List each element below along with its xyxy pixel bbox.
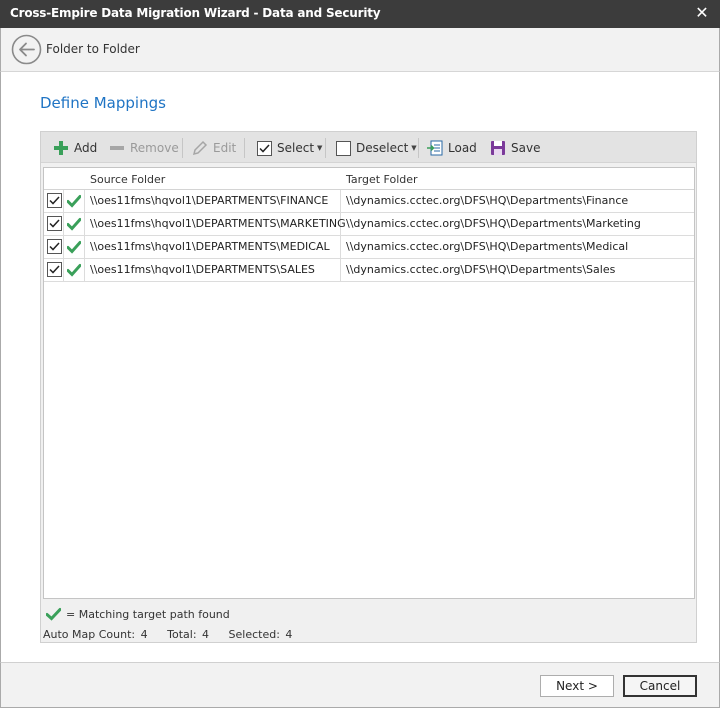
table-row[interactable]: \\oes11fms\hqvol1\DEPARTMENTS\FINANCE \\… <box>44 190 694 213</box>
load-label: Load <box>448 141 477 155</box>
deselect-dropdown-button[interactable]: Deselect ▼ <box>335 136 417 160</box>
select-label: Select <box>277 141 315 155</box>
row-checkbox[interactable] <box>47 216 62 231</box>
mappings-toolbar: Add Remove Edit Select ▼ Deselect ▼ Load… <box>41 132 696 163</box>
table-row[interactable]: \\oes11fms\hqvol1\DEPARTMENTS\MEDICAL \\… <box>44 236 694 259</box>
column-header-source[interactable]: Source Folder <box>90 173 165 186</box>
target-folder-cell: \\dynamics.cctec.org\DFS\HQ\Departments\… <box>346 194 629 207</box>
page-title: Define Mappings <box>40 94 166 112</box>
checkmark-icon <box>49 265 60 274</box>
match-status-icon <box>66 217 82 231</box>
remove-label: Remove <box>130 141 179 155</box>
breadcrumb: Folder to Folder <box>46 42 140 56</box>
checkmark-icon <box>49 242 60 251</box>
checkbox-checked-icon <box>256 140 272 156</box>
table-row[interactable]: \\oes11fms\hqvol1\DEPARTMENTS\MARKETING … <box>44 213 694 236</box>
save-label: Save <box>511 141 541 155</box>
total-label: Total: <box>167 628 197 641</box>
arrow-left-icon <box>11 34 42 65</box>
floppy-disk-icon <box>490 140 506 156</box>
deselect-label: Deselect <box>356 141 409 155</box>
toolbar-divider <box>325 138 326 158</box>
load-button[interactable]: Load <box>427 136 477 160</box>
row-checkbox[interactable] <box>47 262 62 277</box>
checkmark-icon <box>45 607 62 621</box>
mappings-panel: Add Remove Edit Select ▼ Deselect ▼ Load… <box>40 131 697 643</box>
table-header: Source Folder Target Folder <box>44 168 694 190</box>
back-button[interactable] <box>11 34 42 65</box>
selected-value: 4 <box>285 628 293 641</box>
checkmark-icon <box>49 219 60 228</box>
window-title: Cross-Empire Data Migration Wizard - Dat… <box>10 6 381 20</box>
auto-map-count-value: 4 <box>140 628 148 641</box>
selected-label: Selected: <box>228 628 280 641</box>
source-folder-cell: \\oes11fms\hqvol1\DEPARTMENTS\FINANCE <box>90 194 329 207</box>
source-folder-cell: \\oes11fms\hqvol1\DEPARTMENTS\MEDICAL <box>90 240 330 253</box>
pencil-icon <box>192 140 208 156</box>
source-folder-cell: \\oes11fms\hqvol1\DEPARTMENTS\MARKETING <box>90 217 346 230</box>
match-status-icon <box>66 194 82 208</box>
target-folder-cell: \\dynamics.cctec.org\DFS\HQ\Departments\… <box>346 217 641 230</box>
checkmark-icon <box>49 196 60 205</box>
minus-icon <box>109 140 125 156</box>
total-value: 4 <box>202 628 210 641</box>
load-icon <box>427 140 443 156</box>
column-header-target[interactable]: Target Folder <box>346 173 418 186</box>
nav-bar: Folder to Folder <box>0 28 720 72</box>
close-icon[interactable]: ✕ <box>694 4 710 22</box>
edit-button[interactable]: Edit <box>192 136 236 160</box>
source-folder-cell: \\oes11fms\hqvol1\DEPARTMENTS\SALES <box>90 263 315 276</box>
add-label: Add <box>74 141 98 155</box>
cancel-button[interactable]: Cancel <box>623 675 697 697</box>
legend-text: = Matching target path found <box>66 607 230 621</box>
plus-icon <box>53 140 69 156</box>
mappings-table: Source Folder Target Folder \\oes11fms\h… <box>43 167 695 599</box>
toolbar-divider <box>244 138 245 158</box>
save-button[interactable]: Save <box>490 136 540 160</box>
title-bar: Cross-Empire Data Migration Wizard - Dat… <box>0 0 720 28</box>
next-button[interactable]: Next > <box>540 675 614 697</box>
target-folder-cell: \\dynamics.cctec.org\DFS\HQ\Departments\… <box>346 240 629 253</box>
wizard-footer: Next > Cancel <box>0 662 720 708</box>
checkbox-empty-icon <box>335 140 351 156</box>
chevron-down-icon: ▼ <box>317 144 323 152</box>
match-status-icon <box>66 263 82 277</box>
table-row[interactable]: \\oes11fms\hqvol1\DEPARTMENTS\SALES \\dy… <box>44 259 694 282</box>
add-button[interactable]: Add <box>53 136 97 160</box>
select-dropdown-button[interactable]: Select ▼ <box>256 136 322 160</box>
remove-button[interactable]: Remove <box>109 136 179 160</box>
row-checkbox[interactable] <box>47 193 62 208</box>
match-legend: = Matching target path found <box>45 607 230 621</box>
toolbar-divider <box>182 138 183 158</box>
edit-label: Edit <box>213 141 237 155</box>
match-status-icon <box>66 240 82 254</box>
mapping-stats: Auto Map Count: 4 Total: 4 Selected: 4 <box>43 628 294 641</box>
target-folder-cell: \\dynamics.cctec.org\DFS\HQ\Departments\… <box>346 263 616 276</box>
main-content: Define Mappings Add Remove Edit Select ▼… <box>0 72 720 662</box>
chevron-down-icon: ▼ <box>411 144 417 152</box>
auto-map-count-label: Auto Map Count: <box>43 628 136 641</box>
toolbar-divider <box>418 138 419 158</box>
row-checkbox[interactable] <box>47 239 62 254</box>
